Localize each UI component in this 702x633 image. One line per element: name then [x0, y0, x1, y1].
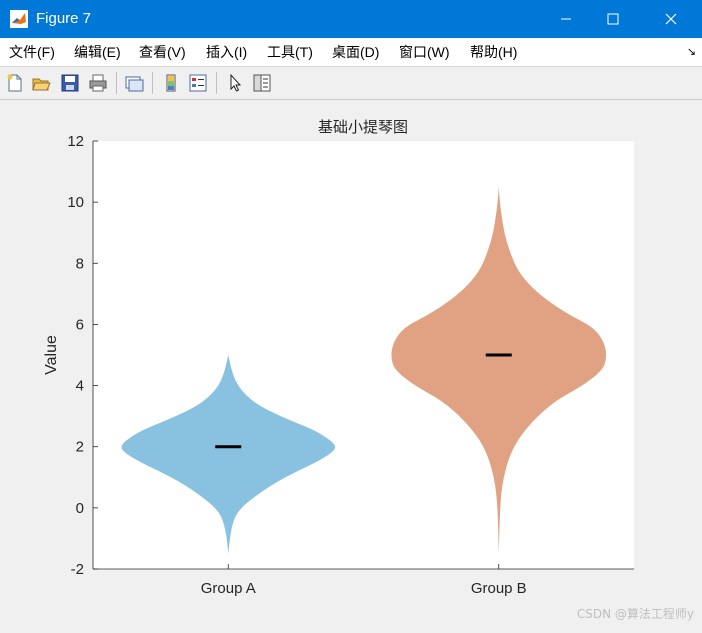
toolbar-separator — [152, 72, 153, 94]
menu-desktop[interactable]: 桌面(D) — [332, 44, 379, 60]
menu-view[interactable]: 查看(V) — [139, 44, 186, 60]
menubar: 文件(F) 编辑(E) 查看(V) 插入(I) 工具(T) 桌面(D) 窗口(W… — [0, 38, 702, 67]
menu-tools[interactable]: 工具(T) — [267, 44, 313, 60]
menu-edit[interactable]: 编辑(E) — [74, 44, 121, 60]
y-tick-label: 4 — [76, 378, 84, 395]
maximize-button[interactable] — [590, 0, 636, 38]
new-figure-icon[interactable] — [5, 73, 25, 93]
open-file-icon[interactable] — [31, 73, 51, 93]
y-tick-label: 10 — [67, 194, 84, 211]
close-icon — [665, 13, 677, 25]
pointer-icon[interactable] — [225, 73, 245, 93]
figure-toolbar — [0, 67, 702, 100]
y-tick-label: 8 — [76, 255, 84, 272]
menu-dock-arrow-icon[interactable]: ↘ — [687, 45, 696, 58]
toolbar-separator — [116, 72, 117, 94]
window-title: Figure 7 — [36, 10, 92, 27]
figure-canvas: -2 0 2 4 6 8 10 12 Group A Group B 基础小提琴图 Value … — [0, 100, 702, 628]
chart-title: 基础小提琴图 — [318, 118, 408, 136]
colorbar-icon[interactable] — [161, 73, 181, 93]
window-titlebar: Figure 7 — [0, 0, 702, 38]
toolbar-separator — [216, 72, 217, 94]
maximize-icon — [607, 13, 619, 25]
link-plot-icon[interactable] — [124, 73, 144, 93]
watermark: CSDN @算法工程师y — [576, 607, 694, 621]
y-axis-label: Value — [43, 335, 60, 375]
legend-icon[interactable] — [188, 73, 208, 93]
y-tick-label: 2 — [76, 439, 84, 456]
y-tick-label: -2 — [71, 561, 84, 578]
menu-file[interactable]: 文件(F) — [9, 44, 55, 60]
save-icon[interactable] — [60, 73, 80, 93]
y-tick-label: 6 — [76, 316, 84, 333]
x-tick-label: Group A — [201, 580, 256, 597]
menu-help[interactable]: 帮助(H) — [470, 44, 517, 60]
violin-chart[interactable]: -2 0 2 4 6 8 10 12 Group A Group B 基础小提琴图 Value — [0, 100, 702, 628]
menu-insert[interactable]: 插入(I) — [206, 44, 247, 60]
matlab-logo-icon — [10, 10, 28, 28]
print-icon[interactable] — [88, 73, 108, 93]
menu-window[interactable]: 窗口(W) — [399, 44, 450, 60]
property-inspector-icon[interactable] — [252, 73, 272, 93]
minimize-icon — [561, 18, 571, 20]
minimize-button[interactable] — [543, 0, 589, 38]
close-button[interactable] — [648, 0, 694, 38]
x-tick-label: Group B — [471, 580, 527, 597]
y-tick-label: 0 — [76, 500, 84, 517]
y-tick-label: 12 — [67, 133, 84, 150]
